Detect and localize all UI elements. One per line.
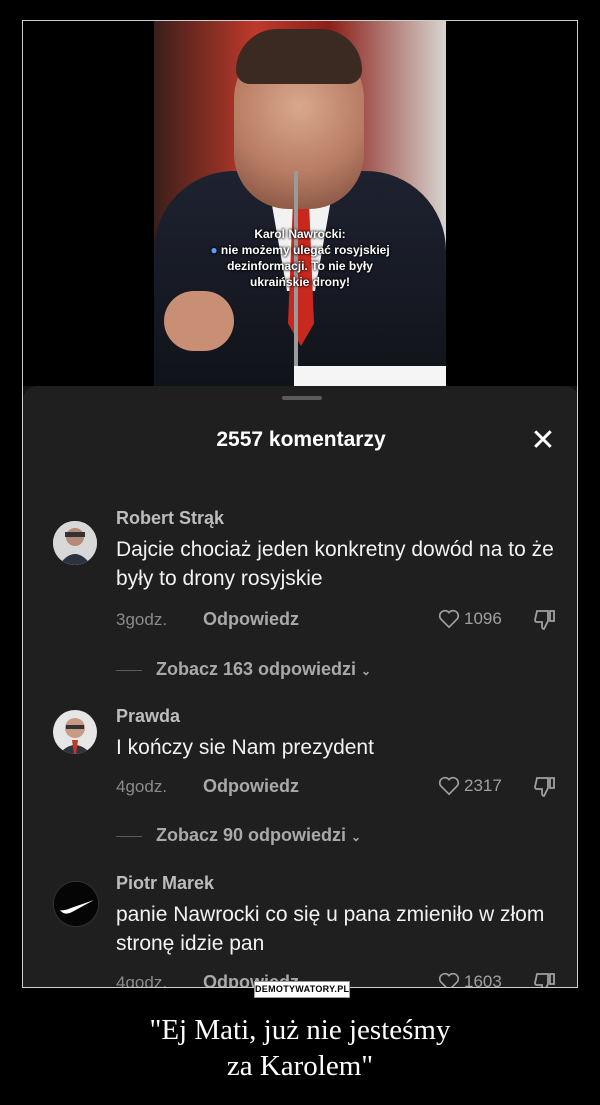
caption-line: Karol Nawrocki: [254,227,346,241]
avatar-image [53,710,97,754]
thumbs-down-icon [534,973,555,987]
paper [294,366,446,386]
like-count: 1096 [464,608,502,628]
demotivator-frame: Karol Nawrocki: ● nie możemy ulegać rosy… [22,20,578,988]
replies-divider [116,836,142,837]
comment-text: panie Nawrocki co się u pana zmieniło w … [116,903,545,955]
avatar[interactable] [53,521,97,565]
replies-label: Zobacz 90 odpowiedzi [156,825,347,845]
comments-sheet: 2557 komentarzy ✕ Robert Strąk Dajcie ch… [23,386,577,988]
comment-time: 4godz. [116,777,168,796]
title-line: "Ej Mati, już nie jesteśmy [149,1014,451,1046]
video-area: Karol Nawrocki: ● nie możemy ulegać rosy… [23,21,577,386]
like-button[interactable]: 1096 [438,608,502,629]
chevron-down-icon: ⌄ [361,664,372,678]
video-thumbnail[interactable]: Karol Nawrocki: ● nie możemy ulegać rosy… [154,21,446,386]
caption-text: nie możemy ulegać rosyjskiej [220,243,390,257]
comment-text: I kończy sie Nam prezydent [116,736,374,759]
swoosh-logo-icon [54,882,98,926]
speaker-hand [164,291,234,351]
comment-time: 3godz. [116,610,168,629]
avatar[interactable] [53,710,97,754]
dislike-button[interactable] [533,609,557,631]
demotivator-title: "Ej Mati, już nie jesteśmy za Karolem" [0,1012,600,1084]
caption-line: ukraińskie drony! [249,275,351,289]
comment-author[interactable]: Piotr Marek [116,873,214,894]
reply-button[interactable]: Odpowiedz [203,776,299,797]
like-button[interactable]: 1603 [438,971,502,988]
like-count: 2317 [464,775,502,795]
watermark-logo: DEMOTYWATORY.PL [254,981,350,998]
video-caption: Karol Nawrocki: ● nie możemy ulegać rosy… [154,226,446,290]
thumbs-down-icon [534,610,555,630]
close-icon[interactable]: ✕ [528,426,558,456]
thumbs-down-icon [534,777,555,797]
comment-time: 4godz. [116,973,168,988]
heart-icon [438,776,460,795]
comment-author[interactable]: Prawda [116,706,180,727]
dislike-button[interactable] [533,972,557,987]
heart-icon [438,972,460,987]
avatar-image [53,521,97,565]
like-button[interactable]: 2317 [438,775,502,796]
comments-count-title: 2557 komentarzy [216,428,386,451]
dislike-button[interactable] [533,776,557,798]
chevron-down-icon: ⌄ [351,830,362,844]
title-line: za Karolem" [226,1050,374,1082]
heart-icon [438,609,460,628]
drag-handle[interactable] [282,396,322,400]
replies-label: Zobacz 163 odpowiedzi [156,659,357,679]
reply-button[interactable]: Odpowiedz [203,609,299,630]
speaker-hair [236,29,362,84]
replies-divider [116,670,142,671]
comment-author[interactable]: Robert Strąk [116,508,224,529]
avatar[interactable] [53,881,99,927]
caption-line: ● nie możemy ulegać rosyjskiej [154,242,446,258]
caption-line: dezinformacji. To nie były [227,259,373,273]
comment-text: Dajcie chociaż jeden konkretny dowód na … [116,538,554,590]
like-count: 1603 [464,971,502,988]
speech-bubble-icon: ● [210,243,218,257]
